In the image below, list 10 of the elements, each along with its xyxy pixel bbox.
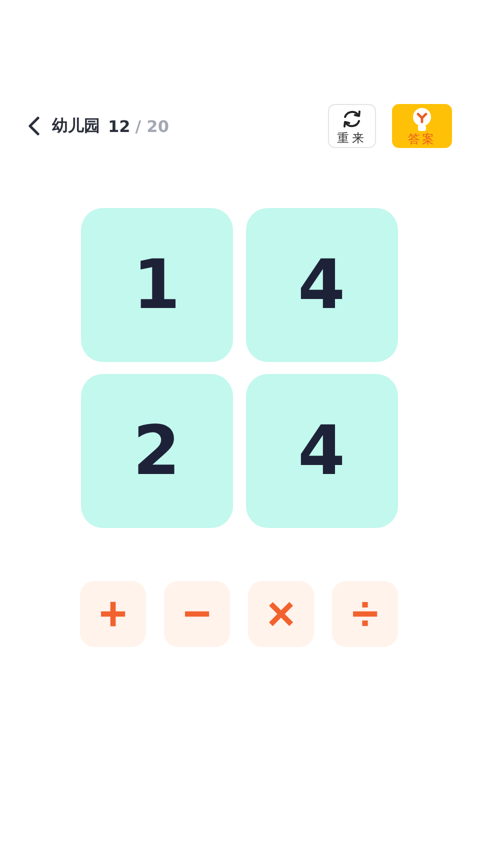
restart-button[interactable]: 重来 [328,104,376,148]
level-title: 幼儿园 [52,116,100,136]
number-card[interactable]: 4 [246,374,398,528]
progress-count: 12 [108,116,130,136]
progress-total: / 20 [135,116,169,136]
number-card[interactable]: 1 [80,208,232,362]
number-card[interactable]: 4 [246,208,398,362]
number-card[interactable]: 2 [80,374,232,528]
lightbulb-icon [410,106,434,132]
back-icon[interactable] [26,116,42,136]
